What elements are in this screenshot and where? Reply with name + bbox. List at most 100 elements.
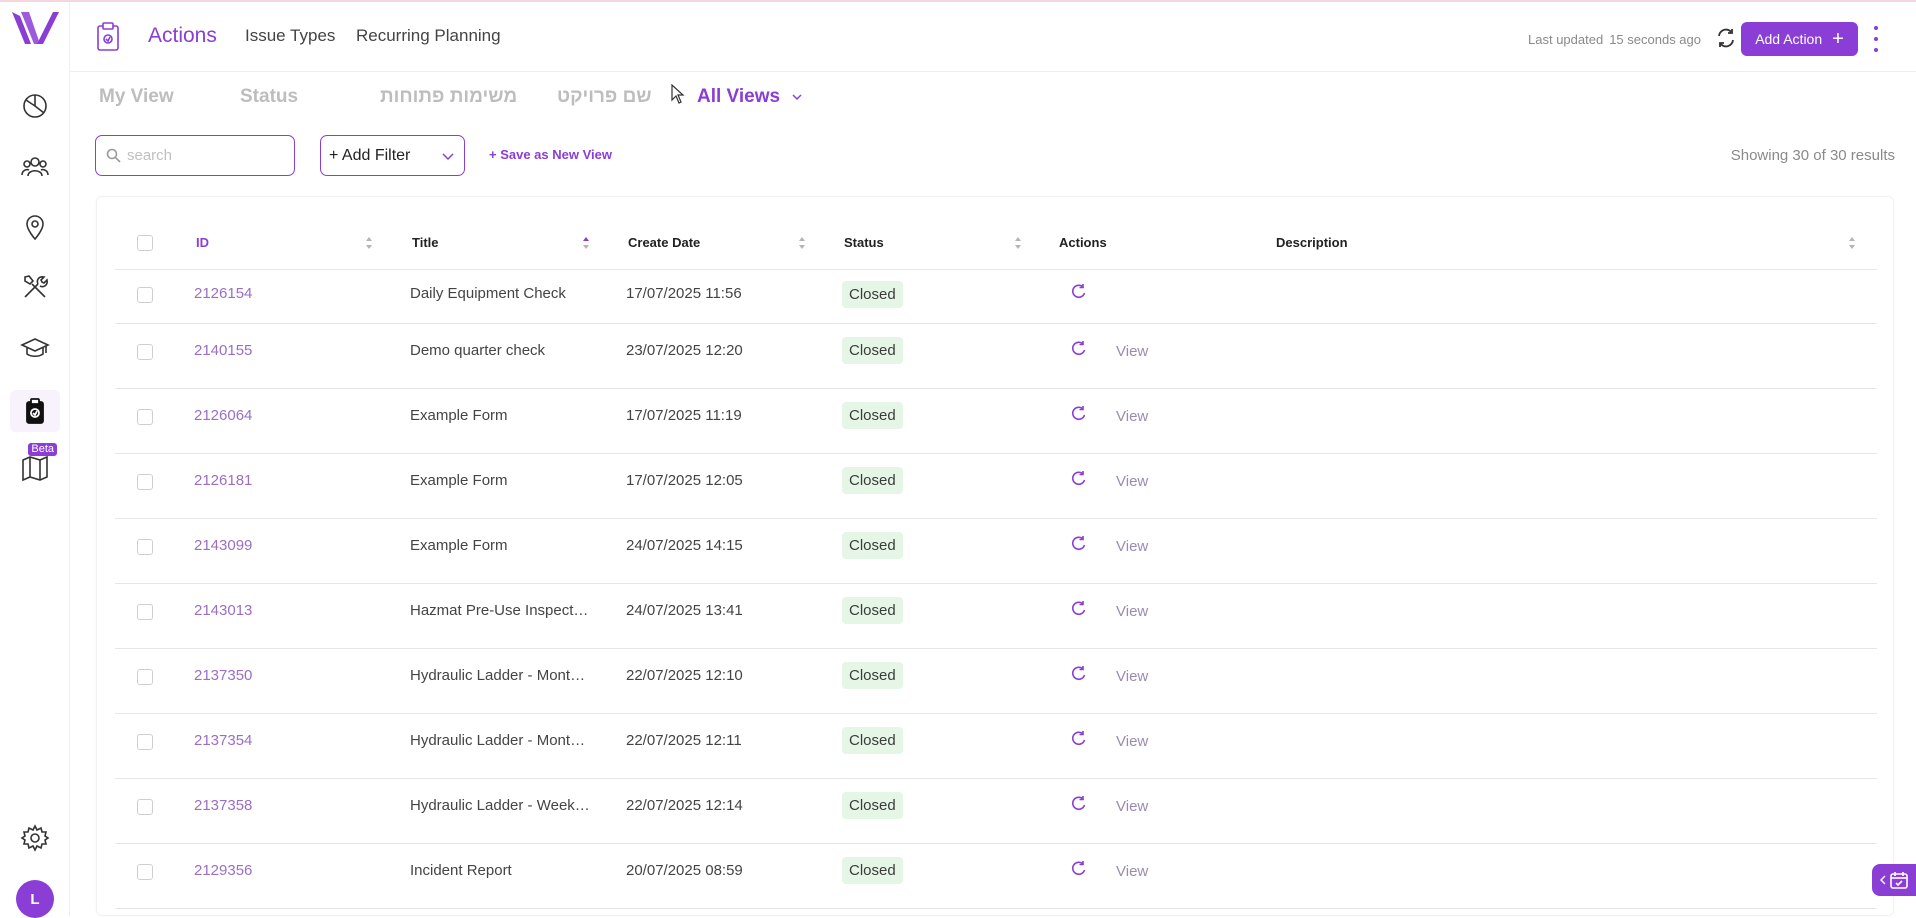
view-link[interactable]: View bbox=[1116, 538, 1148, 555]
view-tab-my-view[interactable]: My View bbox=[99, 86, 174, 108]
action-id-link[interactable]: 2137354 bbox=[194, 732, 252, 749]
dashboard-icon[interactable] bbox=[17, 88, 53, 124]
table-row[interactable]: 2137354 Hydraulic Ladder - Mont… 22/07/202… bbox=[115, 714, 1877, 779]
reopen-icon[interactable] bbox=[1070, 535, 1087, 552]
view-link[interactable]: View bbox=[1116, 668, 1148, 685]
save-as-new-view-link[interactable]: + Save as New View bbox=[489, 147, 612, 162]
action-id-link[interactable]: 2143099 bbox=[194, 537, 252, 554]
view-link[interactable]: View bbox=[1116, 473, 1148, 490]
table-row[interactable]: 2126064 Example Form 17/07/2025 11:19 Close… bbox=[115, 389, 1877, 454]
sort-icon[interactable] bbox=[1014, 236, 1022, 250]
table-row[interactable]: 2140155 Demo quarter check 23/07/2025 12:2… bbox=[115, 324, 1877, 389]
reopen-icon[interactable] bbox=[1070, 283, 1087, 300]
column-header-status[interactable]: Status bbox=[844, 235, 884, 250]
table-row[interactable]: 2126154 Daily Equipment Check 17/07/2025 1… bbox=[115, 270, 1877, 324]
view-link[interactable]: View bbox=[1116, 798, 1148, 815]
action-id-link[interactable]: 2126064 bbox=[194, 407, 252, 424]
refresh-icon[interactable] bbox=[1715, 27, 1737, 49]
row-checkbox[interactable] bbox=[137, 474, 153, 490]
plus-icon: + bbox=[1832, 28, 1844, 50]
more-menu-icon[interactable] bbox=[1872, 26, 1880, 52]
column-header-title[interactable]: Title bbox=[412, 235, 439, 250]
tab-recurring-planning[interactable]: Recurring Planning bbox=[356, 26, 501, 46]
reopen-icon[interactable] bbox=[1070, 665, 1087, 682]
sort-icon[interactable] bbox=[365, 236, 373, 250]
view-link[interactable]: View bbox=[1116, 863, 1148, 880]
search-icon bbox=[106, 148, 121, 163]
reopen-icon[interactable] bbox=[1070, 795, 1087, 812]
create-date: 17/07/2025 11:19 bbox=[626, 407, 742, 424]
all-views-dropdown[interactable]: All Views bbox=[697, 86, 802, 108]
view-link[interactable]: View bbox=[1116, 733, 1148, 750]
reopen-icon[interactable] bbox=[1070, 730, 1087, 747]
app-logo[interactable] bbox=[9, 8, 63, 50]
view-tab-open-tasks[interactable]: משימות פתוחות bbox=[380, 86, 517, 108]
add-action-button[interactable]: Add Action + bbox=[1741, 22, 1858, 56]
status-badge: Closed bbox=[842, 467, 903, 494]
search-box[interactable] bbox=[95, 135, 295, 176]
table-row[interactable]: 2137350 Hydraulic Ladder - Mont… 22/07/202… bbox=[115, 649, 1877, 714]
clipboard-check-icon[interactable] bbox=[10, 390, 60, 432]
action-id-link[interactable]: 2126154 bbox=[194, 285, 252, 302]
users-icon[interactable] bbox=[17, 148, 53, 184]
tools-icon[interactable] bbox=[17, 269, 53, 305]
row-checkbox[interactable] bbox=[137, 409, 153, 425]
status-badge: Closed bbox=[842, 662, 903, 689]
status-badge: Closed bbox=[842, 792, 903, 819]
table-row[interactable]: 2143099 Example Form 24/07/2025 14:15 Close… bbox=[115, 519, 1877, 584]
create-date: 24/07/2025 14:15 bbox=[626, 537, 743, 554]
action-id-link[interactable]: 2140155 bbox=[194, 342, 252, 359]
action-id-link[interactable]: 2137358 bbox=[194, 797, 252, 814]
action-id-link[interactable]: 2143013 bbox=[194, 602, 252, 619]
select-all-checkbox[interactable] bbox=[137, 235, 153, 251]
row-checkbox[interactable] bbox=[137, 864, 153, 880]
action-id-link[interactable]: 2137350 bbox=[194, 667, 252, 684]
avatar[interactable]: L bbox=[16, 880, 54, 918]
sort-ascending-icon[interactable] bbox=[582, 236, 590, 250]
sort-icon[interactable] bbox=[798, 236, 806, 250]
create-date: 22/07/2025 12:14 bbox=[626, 797, 743, 814]
table-row[interactable]: 2129356 Incident Report 20/07/2025 08:59 Cl… bbox=[115, 844, 1877, 909]
row-checkbox[interactable] bbox=[137, 344, 153, 360]
add-filter-dropdown[interactable]: + Add Filter bbox=[320, 135, 465, 176]
view-link[interactable]: View bbox=[1116, 603, 1148, 620]
column-header-id[interactable]: ID bbox=[196, 235, 209, 250]
reopen-icon[interactable] bbox=[1070, 470, 1087, 487]
row-checkbox[interactable] bbox=[137, 669, 153, 685]
row-checkbox[interactable] bbox=[137, 539, 153, 555]
reopen-icon[interactable] bbox=[1070, 860, 1087, 877]
view-tab-status[interactable]: Status bbox=[240, 86, 298, 108]
row-checkbox[interactable] bbox=[137, 734, 153, 750]
view-link[interactable]: View bbox=[1116, 408, 1148, 425]
map-icon[interactable]: Beta bbox=[17, 443, 57, 486]
table-row[interactable]: 2137358 Hydraulic Ladder - Weekl… 22/07/20… bbox=[115, 779, 1877, 844]
search-input[interactable] bbox=[127, 147, 277, 164]
action-id-link[interactable]: 2129356 bbox=[194, 862, 252, 879]
graduation-cap-icon[interactable] bbox=[17, 330, 53, 366]
reopen-icon[interactable] bbox=[1070, 600, 1087, 617]
action-id-link[interactable]: 2126181 bbox=[194, 472, 252, 489]
gear-icon[interactable] bbox=[17, 820, 53, 856]
table-row[interactable]: 2126181 Example Form 17/07/2025 12:05 Close… bbox=[115, 454, 1877, 519]
table-body: 2126154 Daily Equipment Check 17/07/2025 1… bbox=[115, 270, 1877, 909]
tab-issue-types[interactable]: Issue Types bbox=[245, 26, 335, 46]
location-pin-icon[interactable] bbox=[17, 209, 53, 245]
view-tab-project-name[interactable]: שם פרויקט bbox=[557, 86, 652, 108]
column-header-description[interactable]: Description bbox=[1276, 235, 1348, 250]
column-header-create-date[interactable]: Create Date bbox=[628, 235, 700, 250]
action-title: Demo quarter check bbox=[410, 342, 546, 359]
row-checkbox[interactable] bbox=[137, 604, 153, 620]
row-checkbox[interactable] bbox=[137, 287, 153, 303]
table-row[interactable]: 2143013 Hazmat Pre-Use Inspection 24/07/20… bbox=[115, 584, 1877, 649]
view-link[interactable]: View bbox=[1116, 343, 1148, 360]
action-title: Hydraulic Ladder - Mont… bbox=[410, 667, 586, 684]
tab-actions[interactable]: Actions bbox=[148, 24, 217, 48]
chevron-down-icon bbox=[792, 94, 802, 101]
sort-icon[interactable] bbox=[1848, 236, 1856, 250]
mouse-cursor-icon bbox=[671, 84, 685, 104]
calendar-panel-toggle[interactable] bbox=[1872, 864, 1916, 896]
reopen-icon[interactable] bbox=[1070, 340, 1087, 357]
action-title: Hydraulic Ladder - Weekl… bbox=[410, 797, 590, 814]
row-checkbox[interactable] bbox=[137, 799, 153, 815]
reopen-icon[interactable] bbox=[1070, 405, 1087, 422]
